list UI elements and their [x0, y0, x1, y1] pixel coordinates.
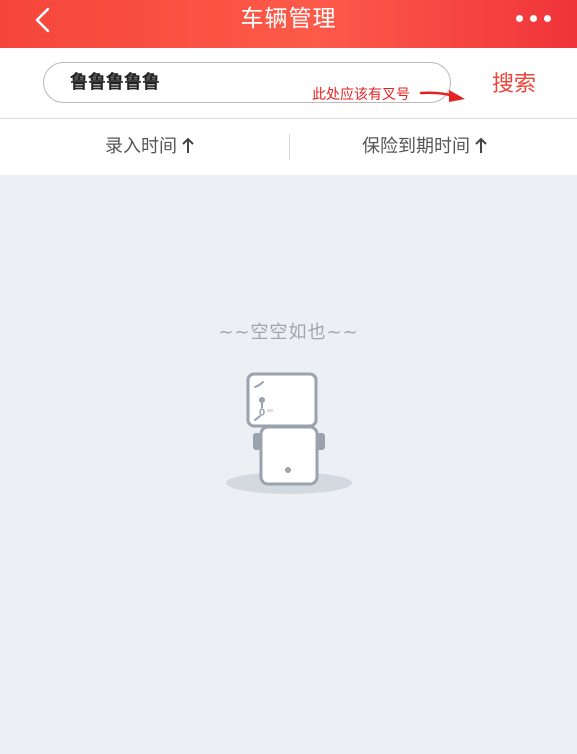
sort-bar: 录入时间 保险到期时间: [0, 119, 577, 175]
more-dot: [516, 15, 523, 22]
search-input-value: 鲁鲁鲁鲁鲁: [70, 72, 160, 93]
more-dot: [544, 15, 551, 22]
top-bar: 车辆管理: [0, 0, 577, 48]
more-dot: [530, 15, 537, 22]
divider: [289, 134, 290, 160]
annotation-note: 此处应该有叉号: [312, 87, 410, 103]
crying-robot-illustration: [226, 372, 352, 494]
arrow-up-icon: [475, 137, 487, 153]
search-button[interactable]: 搜索: [492, 66, 536, 98]
sort-label: 保险到期时间: [362, 136, 470, 157]
sort-label: 录入时间: [105, 136, 177, 157]
arrow-up-icon: [182, 137, 194, 153]
more-button[interactable]: [510, 8, 554, 30]
sort-entry-time[interactable]: 录入时间: [105, 119, 195, 175]
search-input[interactable]: 鲁鲁鲁鲁鲁 此处应该有叉号: [43, 62, 465, 103]
search-bar: 鲁鲁鲁鲁鲁 此处应该有叉号 搜索: [0, 48, 577, 119]
empty-message: ~~空空如也~~: [218, 322, 359, 343]
page-title: 车辆管理: [240, 6, 337, 32]
sort-insurance-expiry[interactable]: 保险到期时间: [362, 119, 488, 175]
annotation-arrow-icon: [419, 90, 465, 102]
vehicle-list-empty: ~~空空如也~~: [0, 175, 577, 754]
